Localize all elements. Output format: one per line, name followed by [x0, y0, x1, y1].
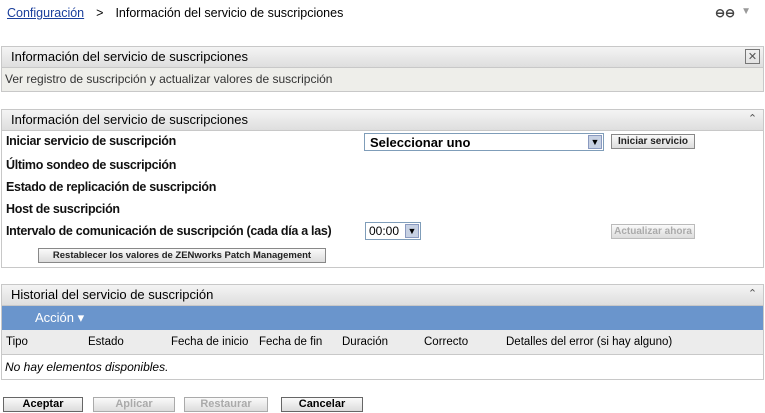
service-select[interactable]: Seleccionar uno ▼	[364, 133, 604, 151]
breadcrumb: Configuración > Información del servicio…	[7, 6, 343, 20]
restore-button[interactable]: Restaurar	[184, 397, 268, 412]
column-fecha-inicio[interactable]: Fecha de inicio	[171, 336, 248, 348]
label-replication-state: Estado de replicación de suscripción	[6, 180, 217, 194]
info-panel: Información del servicio de suscripcione…	[1, 46, 764, 92]
info-panel-title: Información del servicio de suscripcione…	[11, 49, 248, 64]
page-title: Información del servicio de suscripcione…	[115, 6, 344, 20]
close-icon[interactable]: ✕	[745, 49, 760, 64]
history-panel: Historial del servicio de suscripción ⌃ …	[1, 284, 764, 380]
menu-chevron-icon[interactable]: ▼	[741, 6, 751, 20]
label-start-service: Iniciar servicio de suscripción	[6, 134, 176, 148]
history-panel-header: Historial del servicio de suscripción ⌃	[2, 285, 763, 306]
history-panel-title: Historial del servicio de suscripción	[11, 287, 214, 302]
empty-message: No hay elementos disponibles.	[5, 360, 169, 374]
column-estado[interactable]: Estado	[88, 336, 124, 348]
collapse-icon[interactable]: ⌃	[745, 287, 760, 302]
column-tipo[interactable]: Tipo	[6, 336, 28, 348]
action-bar: Acción ▾	[2, 306, 763, 330]
service-panel-title: Información del servicio de suscripcione…	[11, 112, 248, 127]
service-select-value: Seleccionar uno	[370, 135, 471, 150]
cancel-button[interactable]: Cancelar	[281, 397, 363, 412]
interval-select-value: 00:00	[369, 224, 400, 238]
action-menu[interactable]: Acción ▾	[35, 310, 84, 325]
ok-button[interactable]: Aceptar	[3, 397, 83, 412]
info-panel-description: Ver registro de suscripción y actualizar…	[2, 68, 763, 91]
column-fecha-fin[interactable]: Fecha de fin	[259, 336, 322, 348]
service-panel-header: Información del servicio de suscripcione…	[2, 110, 763, 131]
label-host: Host de suscripción	[6, 202, 120, 216]
update-now-button[interactable]: Actualizar ahora	[611, 224, 695, 239]
info-panel-header: Información del servicio de suscripcione…	[2, 47, 763, 68]
label-last-poll: Último sondeo de suscripción	[6, 158, 177, 172]
chevron-down-icon: ▼	[405, 224, 419, 238]
reset-zpm-button[interactable]: Restablecer los valores de ZENworks Patc…	[38, 248, 326, 263]
label-interval: Intervalo de comunicación de suscripción…	[6, 224, 332, 238]
interval-select[interactable]: 00:00 ▼	[365, 222, 421, 240]
link-icon[interactable]: ⊖⊖	[715, 6, 735, 20]
apply-button[interactable]: Aplicar	[93, 397, 175, 412]
column-correcto[interactable]: Correcto	[424, 336, 468, 348]
breadcrumb-separator: >	[96, 6, 104, 20]
chevron-down-icon: ▼	[588, 135, 602, 149]
collapse-icon[interactable]: ⌃	[745, 112, 760, 127]
header-tools: ⊖⊖ ▼	[715, 6, 751, 20]
table-header: Tipo Estado Fecha de inicio Fecha de fin…	[2, 330, 763, 355]
column-duracion[interactable]: Duración	[342, 336, 388, 348]
breadcrumb-configuracion-link[interactable]: Configuración	[7, 6, 84, 20]
start-service-button[interactable]: Iniciar servicio	[611, 134, 695, 149]
column-detalles-error[interactable]: Detalles del error (si hay alguno)	[506, 336, 672, 348]
service-panel: Información del servicio de suscripcione…	[1, 109, 764, 268]
